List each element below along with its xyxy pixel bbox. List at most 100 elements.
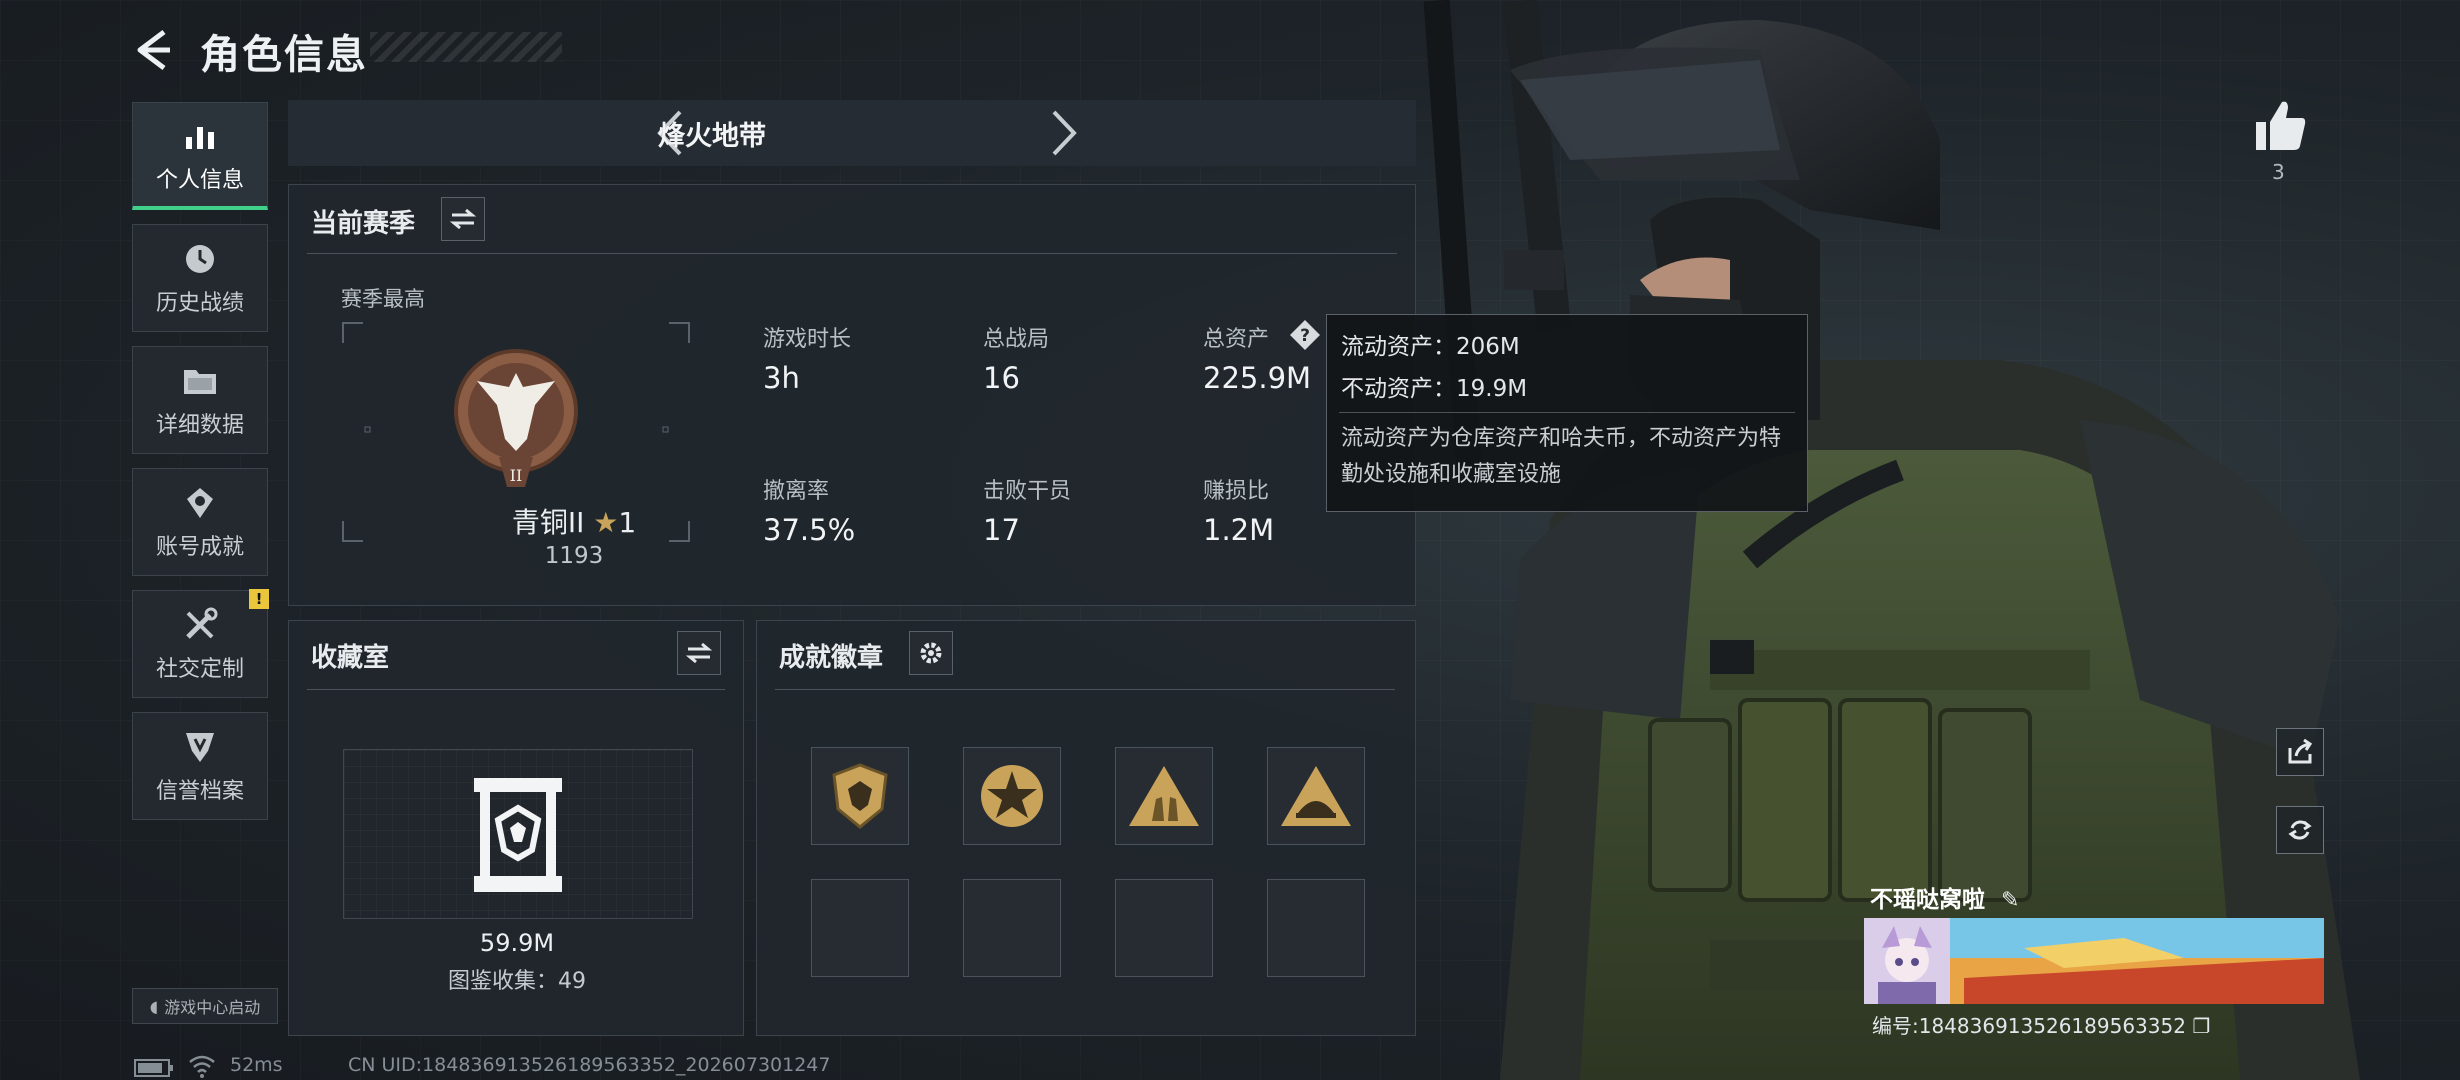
nav-label: 详细数据 [155,413,244,438]
player-name: 不瑶哒窝啦 ✎ [1870,880,2019,914]
nav-item-history[interactable]: 历史战绩 [132,224,268,332]
swap-icon [686,642,712,664]
wifi-icon [189,1055,215,1078]
battery-icon [134,1059,173,1077]
badge-slot-empty[interactable] [1267,879,1365,977]
stat-value-profit-ratio: 1.2M [1203,513,1275,547]
badge-slot[interactable] [963,747,1061,845]
ping-text: 52ms [230,1054,283,1076]
nav-label: 个人信息 [155,167,244,193]
refresh-button[interactable] [2276,806,2324,854]
side-nav: 个人信息 历史战绩 详细数据 账号成就 ! 社交定制 信誉档案 [132,102,270,834]
collection-value: 59.9M [479,929,555,957]
badge-slot-empty[interactable] [811,879,909,977]
tools-icon [180,605,220,645]
rank-line: 青铜II ★1 [449,501,699,541]
share-icon [2288,738,2313,764]
rank-score: 1193 [544,543,604,569]
stat-label-matches: 总战局 [983,327,1050,352]
badge-slot[interactable] [811,747,909,845]
shield-badge-icon [832,763,888,829]
assets-help-icon[interactable]: ? [1289,319,1321,351]
assets-tooltip: 流动资产：206M 不动资产：19.9M 流动资产为仓库资产和哈夫币，不动资产为… [1326,314,1808,512]
stat-label-profit-ratio: 赚损比 [1203,479,1270,504]
tooltip-fixed-assets: 不动资产：19.9M [1341,376,1528,402]
stat-value-extraction-rate: 37.5% [763,513,856,547]
stat-value-kills: 17 [983,513,1020,547]
divider [307,253,1397,254]
nav-item-social[interactable]: ! 社交定制 [132,589,269,698]
stat-label-kills: 击败干员 [983,479,1072,504]
copy-icon[interactable]: ❐ [2192,1014,2210,1038]
refresh-icon [2288,820,2312,840]
nav-label: 历史战绩 [155,291,244,316]
player-name-text: 不瑶哒窝啦 [1870,887,1985,913]
season-title: 当前赛季 [311,209,416,239]
divider [775,689,1395,690]
collection-title: 收藏室 [311,643,390,673]
history-icon [180,239,220,279]
nav-item-personal-info[interactable]: 个人信息 [132,102,268,210]
badges-panel: 成就徽章 [756,620,1416,1036]
season-best-label: 赛季最高 [341,287,425,311]
helmet-triangle-badge-icon [1281,766,1351,826]
next-mode-arrow-icon[interactable] [1038,108,1088,158]
collection-switch-button[interactable] [677,631,721,675]
badge-slot[interactable] [1115,747,1213,845]
gear-icon [920,642,942,664]
player-id-text: 编号:1848369135261895633​52 [1872,1014,2186,1038]
nav-label: 账号成就 [155,535,244,560]
notification-badge: ! [249,589,269,609]
season-switch-button[interactable] [441,197,485,241]
star-badge-icon [981,765,1043,827]
divider [307,689,725,690]
folder-icon [180,361,220,401]
credit-shield-icon [180,727,220,767]
bar-chart-icon [180,116,220,156]
mode-name: 烽火地带 [658,121,766,152]
rank-stars: 1 [618,506,637,539]
nav-item-credit[interactable]: 信誉档案 [132,712,268,820]
stat-value-playtime: 3h [763,361,800,395]
achievement-icon [180,483,220,523]
nav-item-achievements[interactable]: 账号成就 [132,468,268,576]
bronze-rank-emblem-icon: II [454,349,578,487]
player-id: 编号:1848369135261895633​52 ❐ [1872,1010,2210,1039]
thumbs-up-icon[interactable] [2250,96,2310,156]
stat-label-assets: 总资产 [1203,327,1270,352]
nav-label: 信誉档案 [155,779,244,804]
player-banner-card[interactable] [1864,918,2324,1004]
nav-item-detailed-data[interactable]: 详细数据 [132,346,268,454]
squad-triangle-badge-icon [1129,766,1199,826]
collection-catalog: 图鉴收集：49 [448,969,586,994]
tooltip-description: 流动资产为仓库资产和哈夫币，不动资产为特勤处设施和收藏室设施 [1341,426,1782,487]
uid-text: CN UID:1848369135261895633​52_2026073012… [348,1054,831,1076]
star-icon: ★ [593,506,619,539]
title-decoration [370,32,562,62]
share-button[interactable] [2276,728,2324,776]
back-arrow-icon[interactable] [130,26,178,74]
stat-value-assets: 225.9M [1203,361,1312,395]
launch-label: 游戏中心启动 [164,998,261,1017]
badge-slot-empty[interactable] [963,879,1061,977]
page-title: 角色信息 [200,32,368,78]
stat-label-extraction-rate: 撤离率 [763,479,830,504]
badge-slot[interactable] [1267,747,1365,845]
collection-panel: 收藏室 59.9M 图鉴收集：49 [288,620,744,1036]
collection-preview[interactable] [343,749,693,919]
edit-name-icon[interactable]: ✎ [2001,888,2019,913]
display-case-icon [474,778,562,892]
swap-icon [450,208,476,230]
season-panel: 当前赛季 赛季最高 II 青铜II ★1 1193 游戏时长 3h 总战局 16… [288,184,1416,606]
badge-slot-empty[interactable] [1115,879,1213,977]
tooltip-divider [1339,412,1795,413]
like-count: 3 [2272,160,2285,184]
nav-label: 社交定制 [155,657,244,682]
tooltip-liquid-assets: 流动资产：206M [1341,334,1520,360]
stat-value-matches: 16 [983,361,1020,395]
svg-text:?: ? [1300,326,1310,346]
rank-name: 青铜II [511,506,585,539]
mode-selector: 烽火地带 [288,100,1416,166]
badges-settings-button[interactable] [909,631,953,675]
game-center-launch-button[interactable]: ◖ 游戏中心启动 [132,988,278,1024]
